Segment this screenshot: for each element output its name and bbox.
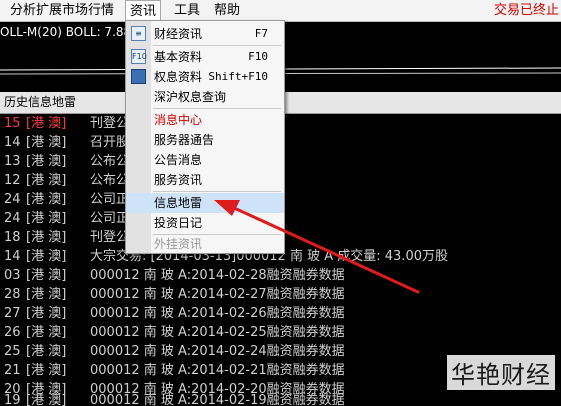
item-number: 24: [4, 211, 21, 226]
item-number: 27: [4, 306, 21, 321]
item-text: 000012 南 玻 A:2014-02-27融资融券数据: [90, 287, 345, 302]
menu-item-label: 深沪权息查询: [154, 90, 227, 104]
item-source: [港 澳]: [26, 135, 67, 150]
item-text: 000012 南 玻 A:2014-02-28融资融券数据: [90, 268, 345, 283]
menu-item-basic-data[interactable]: F10 基本资料 F10: [126, 47, 284, 67]
menu-item-service-news[interactable]: 服务资讯: [126, 170, 284, 190]
menu-separator: [153, 45, 281, 46]
item-number: 14: [4, 135, 21, 150]
item-source: [港 澳]: [26, 249, 67, 264]
item-number: 19: [4, 393, 21, 406]
f10-icon: F10: [131, 49, 147, 64]
menu-item-server-notice[interactable]: 服务器通告: [126, 130, 284, 150]
list-item[interactable]: 19 [港 澳] 000012 南 玻 A:2014-02-19融资融券数据: [0, 391, 561, 406]
list-item[interactable]: 26 [港 澳] 000012 南 玻 A:2014-02-25融资融券数据: [0, 323, 561, 342]
item-source: [港 澳]: [26, 287, 67, 302]
menu-item-shortcut: F10: [248, 50, 268, 63]
item-source: [港 澳]: [26, 116, 67, 131]
menu-item-label: 财经资讯: [154, 27, 203, 41]
item-source: [港 澳]: [26, 344, 67, 359]
menu-item-plugin-news: 外挂资讯: [126, 234, 284, 254]
list-item[interactable]: 03 [港 澳] 000012 南 玻 A:2014-02-28融资融券数据: [0, 266, 561, 285]
item-number: 18: [4, 230, 21, 245]
menu-item-label: 外挂资讯: [154, 237, 203, 251]
item-source: [港 澳]: [26, 154, 67, 169]
item-number: 24: [4, 192, 21, 207]
menu-item-equity-query[interactable]: 深沪权息查询: [126, 87, 284, 107]
item-source: [港 澳]: [26, 211, 67, 226]
item-source: [港 澳]: [26, 325, 67, 340]
menu-bar: 分析 扩展市场行情 资讯 工具 帮助 交易已终止: [0, 0, 561, 22]
item-number: 14: [4, 249, 21, 264]
menu-item-label: 消息中心: [154, 113, 203, 127]
menu-item-announcements[interactable]: 公告消息: [126, 150, 284, 170]
menu-item-label: 权息资料: [154, 70, 203, 84]
menu-item-message-center[interactable]: 消息中心: [126, 110, 284, 130]
list-item[interactable]: 28 [港 澳] 000012 南 玻 A:2014-02-27融资融券数据: [0, 285, 561, 304]
item-text: 000012 南 玻 A:2014-02-25融资融券数据: [90, 325, 345, 340]
menu-item-label: 服务资讯: [154, 173, 203, 187]
item-number: 28: [4, 287, 21, 302]
menu-item-label: 公告消息: [154, 153, 203, 167]
item-number: 26: [4, 325, 21, 340]
equity-icon: [131, 69, 146, 84]
item-text: 000012 南 玻 A:2014-02-26融资融券数据: [90, 306, 345, 321]
menu-item-label: 投资日记: [154, 216, 203, 230]
menu-item-financial-news[interactable]: ≡ 财经资讯 F7: [126, 24, 284, 44]
trade-status: 交易已终止: [493, 3, 559, 18]
menu-item-label: 服务器通告: [154, 133, 215, 147]
news-dropdown-menu: ≡ 财经资讯 F7 F10 基本资料 F10 权息资料 Shift+F10 深沪…: [125, 20, 285, 254]
item-source: [港 澳]: [26, 192, 67, 207]
panel-title-text: 历史信息地雷: [4, 95, 77, 109]
item-source: [港 澳]: [26, 393, 67, 406]
menu-item-equity-data[interactable]: 权息资料 Shift+F10: [126, 67, 284, 87]
item-number: 25: [4, 344, 21, 359]
item-text: 000012 南 玻 A:2014-02-19融资融券数据: [90, 393, 345, 406]
item-number: 21: [4, 363, 21, 378]
menu-separator: [153, 108, 281, 109]
item-text: 000012 南 玻 A:2014-02-21融资融券数据: [90, 363, 345, 378]
item-source: [港 澳]: [26, 363, 67, 378]
list-item[interactable]: 27 [港 澳] 000012 南 玻 A:2014-02-26融资融券数据: [0, 304, 561, 323]
news-icon: ≡: [131, 26, 146, 41]
menu-item-info-mine[interactable]: 信息地雷: [126, 193, 284, 213]
item-number: 15: [4, 116, 21, 131]
item-number: 12: [4, 173, 21, 188]
menu-item-label: 信息地雷: [154, 196, 203, 210]
menu-help[interactable]: 帮助: [210, 0, 244, 21]
menu-item-shortcut: Shift+F10: [208, 70, 268, 83]
item-number: 13: [4, 154, 21, 169]
menu-separator: [153, 191, 281, 192]
menu-item-shortcut: F7: [254, 27, 268, 40]
menu-extended-market[interactable]: 扩展市场行情: [32, 0, 118, 21]
menu-item-investment-diary[interactable]: 投资日记: [126, 213, 284, 233]
item-text: 000012 南 玻 A:2014-02-24融资融券数据: [90, 344, 345, 359]
watermark-logo: 华艳财经: [447, 355, 555, 390]
item-source: [港 澳]: [26, 306, 67, 321]
menu-news[interactable]: 资讯: [125, 0, 162, 21]
item-number: 03: [4, 268, 21, 283]
item-source: [港 澳]: [26, 268, 67, 283]
boll-indicator: OLL-M(20) BOLL: 7.88 U: [0, 25, 144, 39]
menu-item-label: 基本资料: [154, 50, 203, 64]
item-source: [港 澳]: [26, 173, 67, 188]
menu-tools[interactable]: 工具: [170, 0, 204, 21]
item-source: [港 澳]: [26, 230, 67, 245]
